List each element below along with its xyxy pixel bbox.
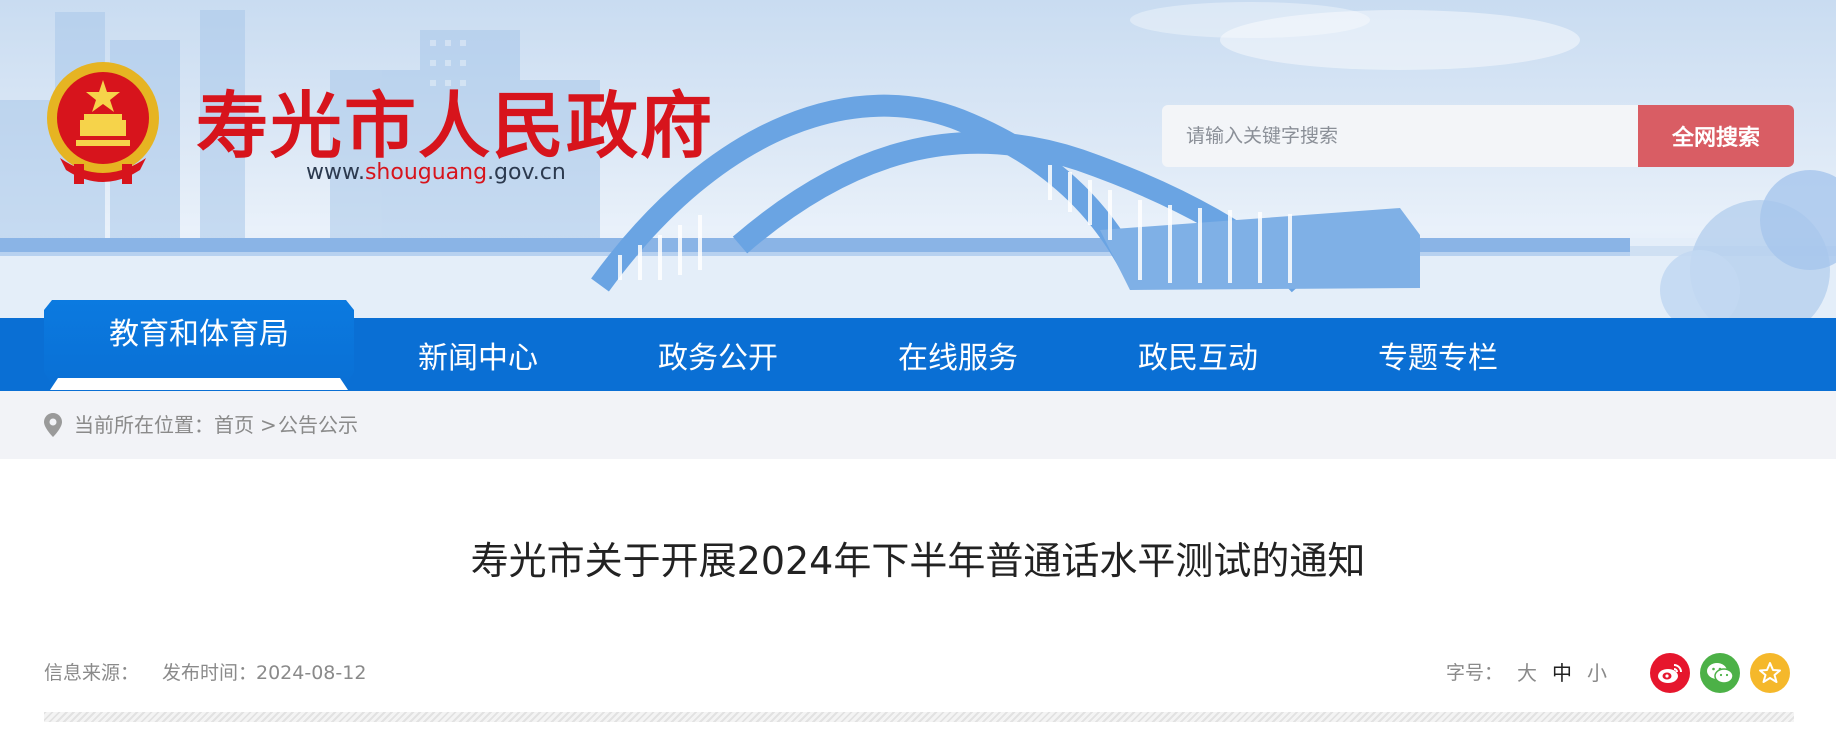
header-banner: 寿光市人民政府 www.shouguang.gov.cn 全网搜索 (0, 0, 1836, 318)
publish-date: 2024-08-12 (256, 662, 367, 684)
nav-item-gov-affairs[interactable]: 政务公开 (658, 318, 778, 391)
search-input[interactable] (1162, 105, 1638, 167)
article-divider (44, 712, 1794, 722)
nav-item-online-service[interactable]: 在线服务 (898, 318, 1018, 391)
wechat-icon (1707, 663, 1734, 684)
breadcrumb-separator: > (260, 413, 277, 437)
national-emblem-icon (47, 62, 159, 184)
info-source-label: 信息来源： (44, 662, 140, 684)
breadcrumb-home-link[interactable]: 首页 (214, 412, 254, 438)
nav-item-active-tab[interactable]: 教育和体育局 (44, 300, 354, 390)
publish-time-label: 发布时间： (162, 662, 258, 684)
search-button[interactable]: 全网搜索 (1638, 105, 1794, 167)
active-tab-indicator (50, 378, 348, 390)
article-title: 寿光市关于开展2024年下半年普通话水平测试的通知 (470, 539, 1366, 583)
nav-item-special-topics[interactable]: 专题专栏 (1378, 318, 1498, 391)
font-size-large-button[interactable]: 大 (1517, 660, 1537, 686)
breadcrumb-prefix: 当前所在位置： (74, 413, 214, 437)
site-url-domain: shouguang (364, 160, 488, 185)
nav-item-interaction[interactable]: 政民互动 (1138, 318, 1258, 391)
weibo-share-button[interactable] (1650, 653, 1690, 693)
site-title: 寿光市人民政府 (196, 83, 715, 168)
weibo-icon (1658, 664, 1682, 683)
font-size-medium-button[interactable]: 中 (1552, 660, 1572, 686)
nav-item-news[interactable]: 新闻中心 (418, 318, 538, 391)
font-size-small-button[interactable]: 小 (1587, 660, 1607, 686)
site-url: www.shouguang.gov.cn (306, 160, 566, 185)
favorite-button[interactable] (1750, 653, 1790, 693)
site-url-suffix: .gov.cn (487, 160, 566, 185)
nav-item-label: 教育和体育局 (109, 317, 289, 352)
site-url-prefix: www. (306, 160, 365, 185)
breadcrumb-current[interactable]: 公告公示 (278, 412, 358, 438)
favorite-star-icon (1759, 662, 1781, 683)
location-pin-icon (44, 413, 62, 437)
wechat-share-button[interactable] (1700, 653, 1740, 693)
nav-item-education[interactable]: 教育和体育局 (44, 300, 354, 390)
font-size-label: 字号： (1446, 662, 1504, 684)
